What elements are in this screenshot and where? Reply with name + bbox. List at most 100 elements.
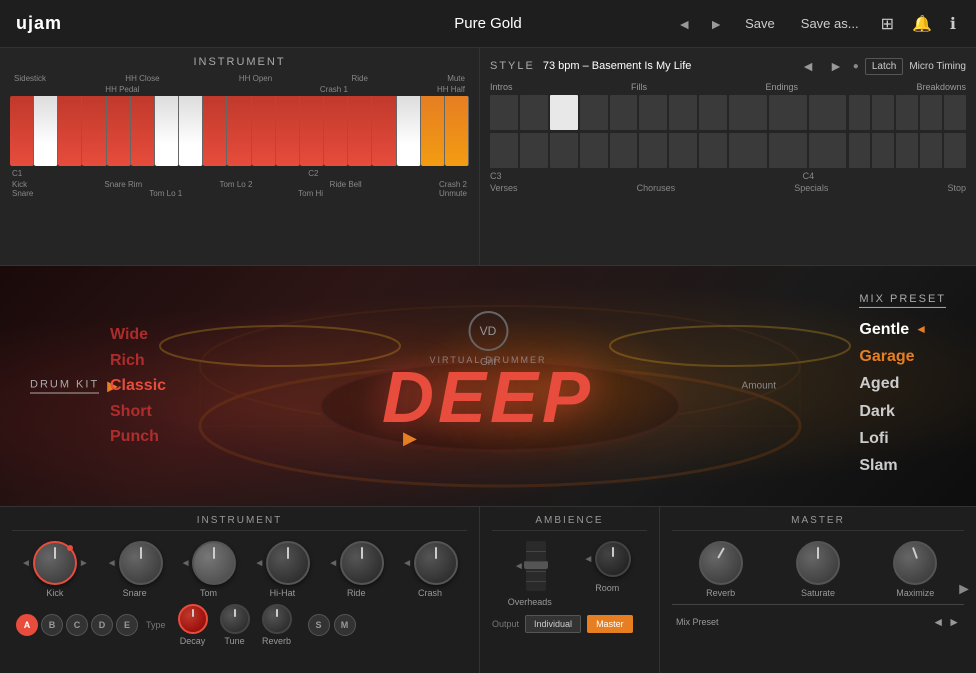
style-pad-b9[interactable] [729,133,767,168]
piano-keyboard[interactable] [10,96,469,166]
mix-preset-next[interactable]: ► [948,615,960,629]
type-btn-b[interactable]: B [41,614,63,636]
snare-arrow-left[interactable]: ◄ [107,558,117,569]
style-pad-8[interactable] [699,95,727,130]
style-pad-5[interactable] [610,95,638,130]
style-pad-b14[interactable] [896,133,918,168]
crash-knob[interactable] [414,541,458,585]
piano-key-14[interactable] [324,96,348,166]
piano-key-16[interactable] [372,96,396,166]
style-pad-b1[interactable] [490,133,518,168]
piano-key-15[interactable] [348,96,372,166]
room-knob[interactable] [595,541,631,577]
solo-button[interactable]: S [308,614,330,636]
style-pad-b10[interactable] [769,133,807,168]
style-pad-12[interactable] [849,95,871,130]
master-output-button[interactable]: Master [587,615,633,633]
piano-key-18[interactable] [421,96,445,166]
style-pad-2[interactable] [520,95,548,130]
mix-style-garage[interactable]: Garage [859,343,946,370]
mute-button-ctrl[interactable]: M [334,614,356,636]
type-btn-c[interactable]: C [66,614,88,636]
latch-button[interactable]: Latch [865,58,903,75]
mix-style-dark[interactable]: Dark [859,398,946,425]
info-icon[interactable]: ℹ [946,10,960,38]
type-btn-d[interactable]: D [91,614,113,636]
overheads-arrow-left[interactable]: ◄ [514,561,524,572]
style-pad-11[interactable] [809,95,847,130]
piano-key-3[interactable] [58,96,82,166]
mix-style-slam[interactable]: Slam [859,452,946,479]
tom-knob[interactable] [192,541,236,585]
piano-key-6[interactable] [131,96,155,166]
style-pad-b8[interactable] [699,133,727,168]
style-pad-b4[interactable] [580,133,608,168]
room-arrow-left[interactable]: ◄ [583,554,593,565]
kick-arrow-left[interactable]: ◄ [21,558,31,569]
style-short[interactable]: Short [110,399,166,425]
mix-style-lofi[interactable]: Lofi [859,425,946,452]
master-maximize-knob[interactable] [893,541,937,585]
bell-icon[interactable]: 🔔 [908,10,936,38]
style-pad-14[interactable] [896,95,918,130]
style-pad-16[interactable] [944,95,966,130]
style-classic[interactable]: Classic [110,373,166,399]
mix-preset-prev[interactable]: ◄ [932,615,944,629]
ride-knob[interactable] [340,541,384,585]
style-pad-4[interactable] [580,95,608,130]
kick-arrow-right[interactable]: ► [79,558,89,569]
mix-style-gentle[interactable]: Gentle ◄ [859,316,946,343]
tom-arrow-left[interactable]: ◄ [181,558,191,569]
style-pad-b7[interactable] [669,133,697,168]
overheads-fader-handle[interactable] [524,561,548,569]
tune-knob[interactable] [220,604,250,634]
style-prev-button[interactable]: ◄ [797,56,819,76]
piano-key-17[interactable] [397,96,421,166]
style-punch[interactable]: Punch [110,424,166,450]
save-button[interactable]: Save [737,12,783,35]
style-pad-7[interactable] [669,95,697,130]
style-pad-13[interactable] [872,95,894,130]
mix-style-aged[interactable]: Aged [859,370,946,397]
ride-arrow-left[interactable]: ◄ [328,558,338,569]
piano-key-9[interactable] [203,96,227,166]
style-pad-b12[interactable] [849,133,871,168]
hihat-knob[interactable] [266,541,310,585]
style-pad-10[interactable] [769,95,807,130]
grid-icon[interactable]: ⊞ [877,10,898,38]
piano-key-12[interactable] [276,96,300,166]
decay-knob[interactable] [178,604,208,634]
snare-knob[interactable] [119,541,163,585]
style-next-button[interactable]: ► [825,56,847,76]
style-pad-1[interactable] [490,95,518,130]
overheads-fader[interactable] [526,541,546,591]
style-pad-b13[interactable] [872,133,894,168]
kick-knob[interactable] [33,541,77,585]
piano-key-4[interactable] [82,96,106,166]
save-as-button[interactable]: Save as... [793,12,867,35]
crash-arrow-left[interactable]: ◄ [402,558,412,569]
piano-key-13[interactable] [300,96,324,166]
master-reverb-knob[interactable] [699,541,743,585]
type-btn-a[interactable]: A [16,614,38,636]
style-pad-15[interactable] [920,95,942,130]
piano-key-11[interactable] [252,96,276,166]
piano-key-7[interactable] [155,96,179,166]
type-btn-e[interactable]: E [116,614,138,636]
style-pad-6[interactable] [639,95,667,130]
individual-button[interactable]: Individual [525,615,581,633]
piano-key-2[interactable] [34,96,58,166]
play-button[interactable]: ▶ [398,427,422,451]
piano-key-10[interactable] [227,96,251,166]
reverb-knob[interactable] [262,604,292,634]
master-right-arrow[interactable]: ► [956,581,972,599]
style-pad-3[interactable] [550,95,578,130]
style-pad-b3[interactable] [550,133,578,168]
style-pad-b6[interactable] [639,133,667,168]
piano-key-1[interactable] [10,96,34,166]
hihat-arrow-left[interactable]: ◄ [254,558,264,569]
preset-prev-button[interactable]: ◄ [673,14,695,34]
style-pad-b2[interactable] [520,133,548,168]
piano-key-19[interactable] [445,96,469,166]
master-saturate-knob[interactable] [796,541,840,585]
